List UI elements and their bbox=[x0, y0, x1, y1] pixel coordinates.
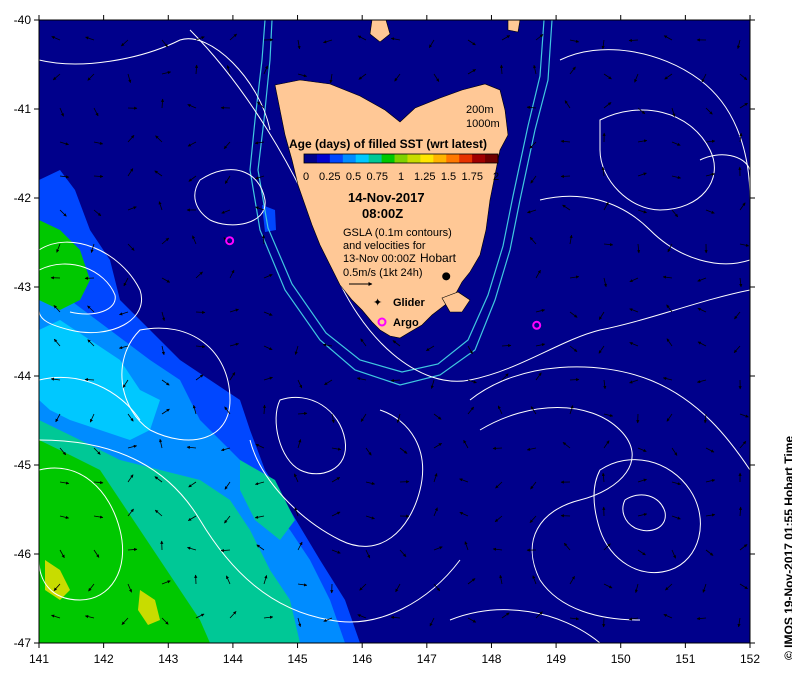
lon-tick-label: 141 bbox=[29, 652, 49, 666]
lon-tick-label: 147 bbox=[417, 652, 437, 666]
credit-text: © IMOS 19-Nov-2017 01:55 Hobart Time bbox=[782, 435, 792, 660]
legend-glider-label: Glider bbox=[393, 297, 426, 309]
lat-tick-label: -47 bbox=[14, 636, 32, 650]
lon-tick-label: 146 bbox=[352, 652, 372, 666]
scale-label: 0.5m/s (1kt 24h) bbox=[343, 267, 422, 279]
colorbar-tick-label: 1 bbox=[398, 171, 404, 183]
gsla-line-3: 13-Nov 00:00Z bbox=[343, 253, 416, 265]
colorbar-tick-label: 1.25 bbox=[414, 171, 435, 183]
colorbar-swatches bbox=[304, 154, 499, 163]
colorbar-swatch bbox=[472, 154, 486, 163]
northeast-island bbox=[507, 20, 521, 33]
legend-argo-label: Argo bbox=[393, 317, 419, 329]
colorbar-swatch bbox=[485, 154, 499, 163]
colorbar-swatch bbox=[355, 154, 370, 163]
colorbar-swatch bbox=[368, 154, 383, 163]
lon-tick-label: 142 bbox=[94, 652, 114, 666]
lat-tick-label: -43 bbox=[14, 280, 32, 294]
lat-tick-label: -44 bbox=[14, 369, 32, 383]
colorbar-tick-label: 1.5 bbox=[441, 171, 456, 183]
colorbar-swatch bbox=[316, 154, 331, 163]
colorbar-swatch bbox=[459, 154, 473, 163]
colorbar-tick-label: 1.75 bbox=[462, 171, 483, 183]
colorbar-tick-label: 0.75 bbox=[367, 171, 388, 183]
colorbar-swatch bbox=[420, 154, 434, 163]
city-label-hobart: Hobart bbox=[420, 251, 457, 265]
colorbar-tick-label: 0.5 bbox=[346, 171, 361, 183]
colorbar-tick-labels: 0 0.25 0.5 0.75 1 1.25 1.5 1.75 2 bbox=[303, 171, 499, 183]
colorbar-tick-label: 0.25 bbox=[319, 171, 340, 183]
lon-tick-label: 149 bbox=[546, 652, 566, 666]
lat-tick-label: -41 bbox=[14, 102, 32, 116]
colorbar-swatch bbox=[329, 154, 344, 163]
lon-tick-label: 152 bbox=[740, 652, 760, 666]
lat-tick-label: -40 bbox=[14, 13, 32, 27]
colorbar-swatch bbox=[407, 154, 421, 163]
gsla-line-2: and velocities for bbox=[343, 240, 426, 252]
velocity-arrow bbox=[492, 446, 503, 450]
colorbar-swatch bbox=[433, 154, 447, 163]
colorbar-tick-label: 0 bbox=[303, 171, 309, 183]
lon-tick-label: 144 bbox=[223, 652, 243, 666]
hobart-marker bbox=[442, 272, 451, 281]
sst-map: 141 142 143 144 145 146 147 148 149 150 151 152 -40 -… bbox=[14, 13, 761, 666]
colorbar-swatch bbox=[394, 154, 408, 163]
colorbar-swatch bbox=[381, 154, 396, 163]
lon-tick-label: 148 bbox=[481, 652, 501, 666]
gsla-line-1: GSLA (0.1m contours) bbox=[343, 227, 452, 239]
lat-tick-label: -46 bbox=[14, 547, 32, 561]
lon-tick-label: 143 bbox=[158, 652, 178, 666]
colorbar-tick-label: 2 bbox=[493, 171, 499, 183]
time-label: 08:00Z bbox=[362, 206, 403, 221]
velocity-arrow bbox=[569, 378, 580, 382]
colorbar-swatch bbox=[446, 154, 460, 163]
lon-tick-label: 150 bbox=[611, 652, 631, 666]
lat-tick-label: -42 bbox=[14, 191, 32, 205]
lon-tick-label: 145 bbox=[288, 652, 308, 666]
colorbar-swatch bbox=[342, 154, 357, 163]
colorbar-title: Age (days) of filled SST (wrt latest) bbox=[289, 137, 487, 151]
glider-icon: ✦ bbox=[373, 297, 382, 309]
date-label: 14-Nov-2017 bbox=[348, 190, 425, 205]
label-1000m: 1000m bbox=[466, 118, 500, 130]
colorbar-swatch bbox=[304, 154, 318, 163]
label-200m: 200m bbox=[466, 104, 494, 116]
lon-tick-label: 151 bbox=[675, 652, 695, 666]
lat-tick-label: -45 bbox=[14, 458, 32, 472]
velocity-arrow bbox=[195, 310, 206, 314]
plot-area bbox=[39, 20, 750, 643]
velocity-arrow bbox=[560, 174, 571, 178]
